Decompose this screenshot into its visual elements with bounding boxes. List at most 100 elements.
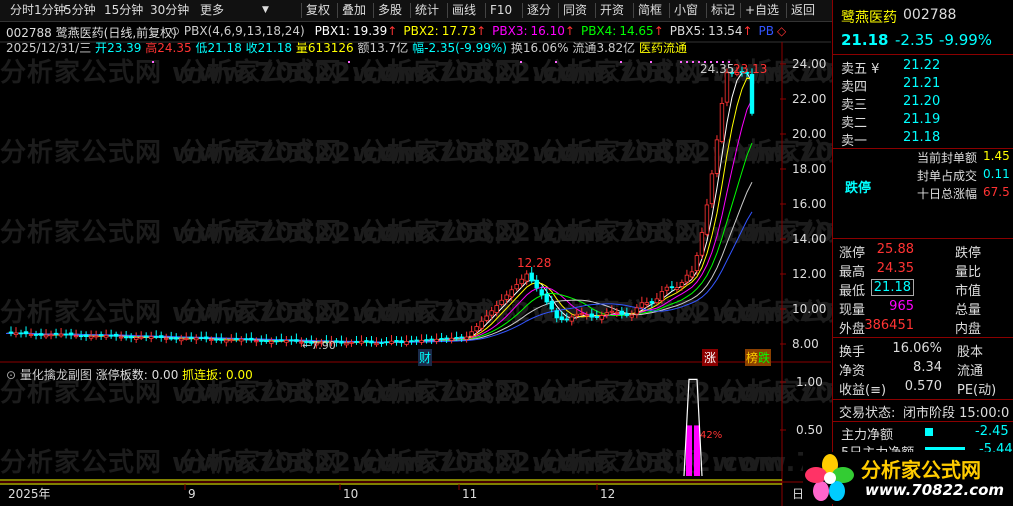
ma-line-6 [5, 211, 753, 343]
period-tab-4[interactable]: 30分钟 [150, 0, 189, 21]
candle-body [264, 339, 269, 343]
toolbar-button-5[interactable]: F10 [490, 0, 512, 21]
toolbar-button-4[interactable]: 画线 [452, 0, 476, 21]
subchart-info: ⊙ 量化擒龙副图 涨停板数: 0.00 抓连扳: 0.00 [6, 368, 253, 382]
ask-row[interactable]: 卖五 ¥21.22 [833, 57, 1013, 77]
toolbar-separator [669, 3, 670, 18]
chevron-down-icon[interactable]: ⊙ [6, 368, 16, 382]
candle-body [194, 337, 199, 341]
ask-price: 21.22 [903, 58, 941, 73]
candle-body [519, 278, 524, 285]
ask-row[interactable]: 卖一 21.18 [833, 129, 1013, 149]
period-tab-5[interactable]: 更多 [200, 0, 224, 21]
candle-body [379, 342, 384, 344]
ask-row[interactable]: 卖三 21.20 [833, 93, 1013, 113]
candle-body [469, 331, 474, 337]
toolbar-button-2[interactable]: 多股 [378, 0, 402, 21]
candle-body [339, 340, 344, 344]
toolbar-separator [522, 3, 523, 18]
candle-body [33, 334, 39, 336]
toolbar-button-6[interactable]: 逐分 [527, 0, 551, 21]
candle-body [749, 74, 755, 114]
candle-body [679, 282, 685, 287]
candle-body [18, 332, 24, 335]
toolbar-button-13[interactable]: 返回 [791, 0, 815, 21]
signal-dot [686, 61, 688, 63]
toolbar-button-12[interactable]: +自选 [745, 0, 779, 21]
toolbar-button-8[interactable]: 开资 [600, 0, 624, 21]
candle-body [599, 315, 604, 320]
candle-body [584, 314, 589, 317]
candle-body [244, 338, 249, 341]
candle-body [138, 336, 144, 339]
candle-body [439, 338, 444, 340]
candle-body [214, 338, 219, 341]
candle-body [164, 337, 169, 340]
ask-row[interactable]: 卖二 21.19 [833, 111, 1013, 131]
candle-body [169, 337, 174, 340]
candle-body [609, 310, 615, 313]
candle-body [108, 334, 114, 337]
candle-body [78, 335, 84, 338]
candle-body [694, 255, 700, 271]
stat-label: 最高 [839, 265, 866, 280]
candle-body [399, 340, 404, 344]
flower-logo-icon [805, 454, 854, 501]
toolbar-button-3[interactable]: 统计 [415, 0, 439, 21]
x-axis-label: 11 [462, 487, 477, 501]
stat-row: 涨停 25.88 跌停 [833, 241, 1013, 261]
seal-row: 当前封单额 1.45 [833, 148, 1013, 167]
ma-line-5 [5, 181, 753, 343]
candle-body [103, 335, 109, 338]
period-tab-1[interactable]: 1分钟 [34, 0, 66, 21]
toolbar-separator [786, 3, 787, 18]
candle-body [369, 340, 374, 344]
chevron-down-icon[interactable]: ▼ [262, 0, 269, 21]
site-logo: 分析家公式网 www.70822.com [803, 452, 1011, 504]
seal-value: 0.11 [983, 167, 1010, 181]
stat-label: 总量 [955, 303, 982, 318]
bang-marker[interactable]: 榜跌 [745, 349, 772, 366]
candle-body [449, 337, 454, 341]
candle-body [354, 340, 359, 343]
stat-label: 换手 [839, 345, 866, 360]
toolbar-button-0[interactable]: 复权 [306, 0, 330, 21]
stat-label: 市值 [955, 284, 982, 299]
stat-row: 最低 21.18 市值 [833, 279, 1013, 299]
candle-body [664, 286, 670, 291]
y-tick-label: 10.00 [792, 302, 826, 316]
period-tab-2[interactable]: 5分钟 [64, 0, 96, 21]
signal-dot [152, 61, 154, 63]
cai-marker[interactable]: 财 [418, 349, 433, 366]
stat-label: 涨停 [839, 246, 866, 261]
period-tab-0[interactable]: 分时 [10, 0, 34, 21]
stat-label: 流通 [957, 364, 984, 379]
candle-body [559, 316, 564, 321]
candle-body [113, 333, 119, 337]
toolbar-button-9[interactable]: 简框 [638, 0, 662, 21]
candle-body [259, 339, 264, 342]
candle-body [53, 332, 59, 335]
toolbar-button-10[interactable]: 小窗 [674, 0, 698, 21]
candle-body [73, 335, 79, 338]
toolbar-button-7[interactable]: 同资 [563, 0, 587, 21]
stat-value: 16.06% [892, 341, 942, 356]
toolbar-separator [633, 3, 634, 18]
stat2-row: 净资 8.34 流通 [833, 359, 1013, 379]
candle-body [93, 335, 99, 338]
candle-body [23, 331, 29, 335]
toolbar-button-11[interactable]: 标记 [711, 0, 735, 21]
candle-body [604, 312, 610, 315]
y-tick-label: 14.00 [792, 232, 826, 246]
candle-body [269, 341, 274, 344]
ask-row[interactable]: 卖四 21.21 [833, 75, 1013, 95]
candle-body [174, 337, 179, 340]
candle-body [374, 342, 379, 346]
candle-body [429, 338, 434, 341]
toolbar-button-1[interactable]: 叠加 [342, 0, 366, 21]
peak-annotation: 12.28 [517, 256, 552, 270]
period-tab-3[interactable]: 15分钟 [104, 0, 143, 21]
quote-panel: 鹭燕医药 002788 21.18 -2.35 -9.99% 卖五 ¥21.22… [832, 0, 1013, 506]
zhang-marker[interactable]: 涨 [702, 349, 719, 366]
seal-label: 封单占成交 [917, 169, 978, 183]
